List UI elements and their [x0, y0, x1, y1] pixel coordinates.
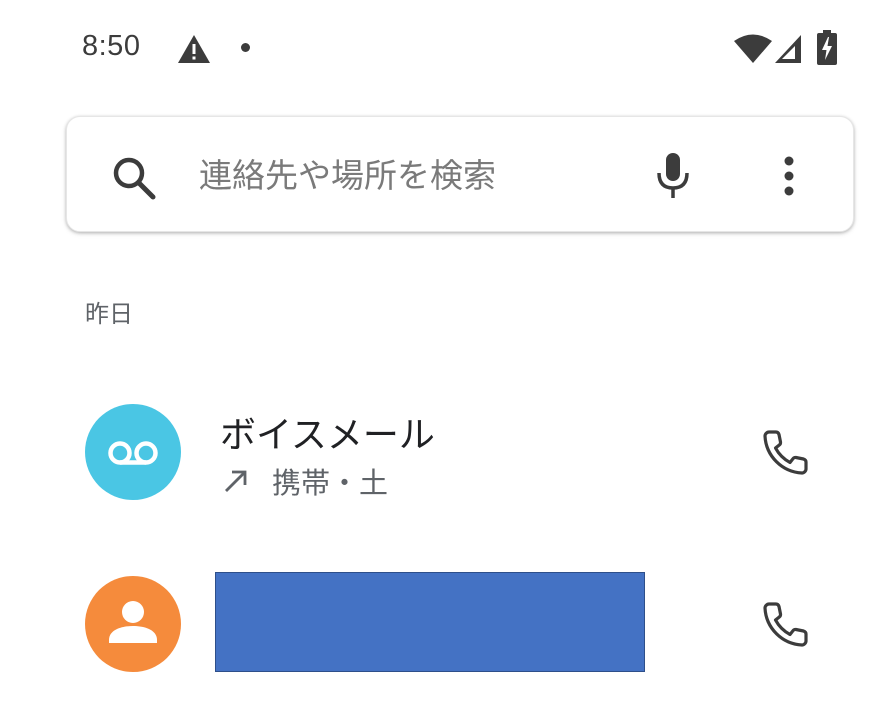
outgoing-call-arrow-icon — [225, 470, 247, 492]
redacted-contact-name — [215, 572, 645, 672]
status-bar: 8:50 — [0, 0, 873, 100]
section-header-yesterday: 昨日 — [85, 300, 133, 328]
more-vert-icon[interactable] — [775, 153, 803, 199]
wifi-icon — [734, 34, 772, 63]
phone-icon — [763, 430, 808, 475]
search-icon[interactable] — [111, 155, 157, 201]
person-icon — [109, 601, 157, 643]
contact-avatar[interactable] — [85, 576, 181, 672]
mic-icon[interactable] — [653, 151, 693, 201]
call-log-row[interactable] — [0, 560, 873, 710]
voicemail-icon — [108, 441, 158, 465]
call-log-row[interactable]: ボイスメール 携帯・土 — [0, 380, 873, 530]
cell-signal-icon — [775, 35, 801, 63]
search-input[interactable] — [199, 151, 639, 199]
battery-charging-icon — [817, 30, 837, 65]
call-details: 携帯・土 — [222, 460, 388, 502]
warning-icon — [178, 35, 210, 63]
call-meta-text: 携帯・土 — [272, 466, 389, 500]
status-time: 8:50 — [82, 30, 141, 62]
call-back-button[interactable] — [760, 426, 812, 478]
contact-name: ボイスメール — [220, 415, 435, 456]
notification-dot-icon — [241, 43, 250, 52]
call-back-button[interactable] — [760, 598, 812, 650]
phone-icon — [763, 602, 808, 647]
search-bar[interactable] — [66, 116, 854, 232]
voicemail-avatar[interactable] — [85, 404, 181, 500]
